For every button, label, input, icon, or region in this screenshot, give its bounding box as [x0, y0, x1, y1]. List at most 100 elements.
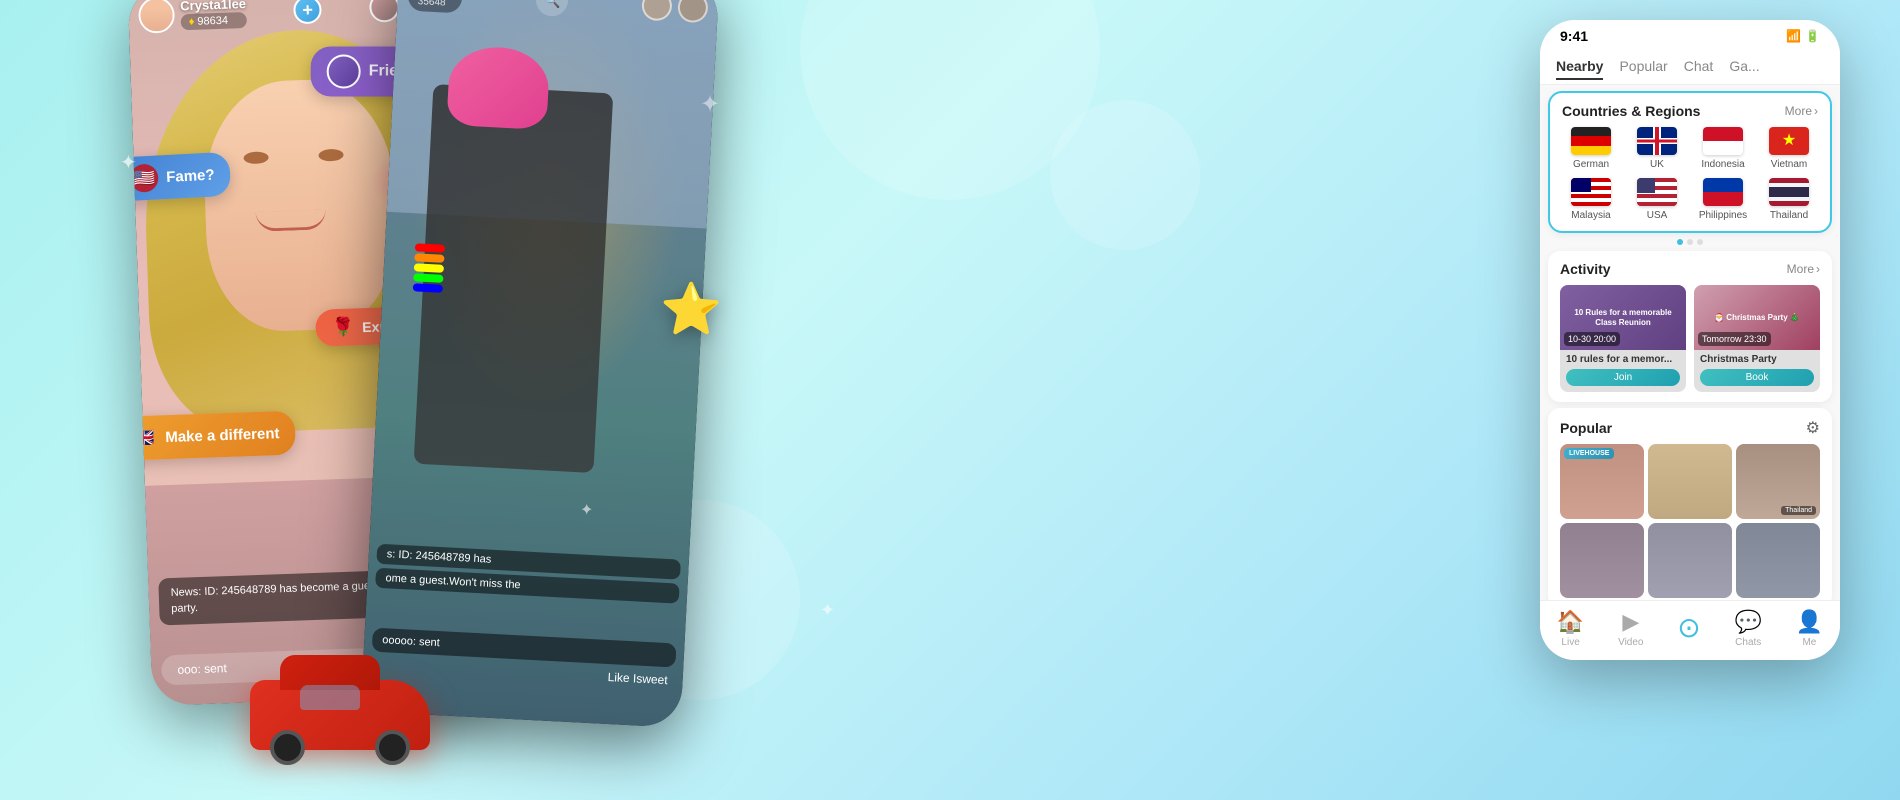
popular-header: Popular ⚙ [1560, 418, 1820, 438]
chats-icon: 💬 [1735, 609, 1762, 635]
nav-video[interactable]: ▶ Video [1618, 609, 1643, 648]
countries-regions-section: Countries & Regions More › German [1548, 91, 1832, 233]
signal-icon: 🔋 [1805, 29, 1820, 43]
video-icon: ▶ [1622, 609, 1639, 635]
mid-phone-avatars [641, 0, 708, 23]
flag-indonesia [1703, 127, 1743, 155]
sparkle-3: ✦ [700, 90, 720, 119]
countries-more-link[interactable]: More › [1785, 104, 1818, 118]
ff-avatar [326, 55, 360, 89]
flag-philippines [1703, 178, 1743, 206]
flag-usa [1637, 178, 1677, 206]
flag-name-usa: USA [1647, 210, 1668, 221]
left-phone-plus-button[interactable]: + [293, 0, 322, 24]
activity-card-1[interactable]: 10 Rules for a memorableClass Reunion 10… [1560, 285, 1686, 392]
flag-name-vietnam: Vietnam [1771, 159, 1808, 170]
popular-item-4[interactable] [1560, 523, 1644, 598]
scroll-content: Countries & Regions More › German [1540, 85, 1840, 605]
star-decoration: ⭐ [660, 280, 722, 339]
nav-chats[interactable]: 💬 Chats [1735, 609, 1762, 648]
popular-grid: LIVEHOUSE Thailand [1560, 444, 1820, 598]
left-phone-avatar [138, 0, 175, 34]
chevron-right-icon: › [1814, 104, 1818, 118]
mid-phone-search-icon[interactable]: 🔍 [535, 0, 569, 17]
tab-chat[interactable]: Chat [1684, 58, 1714, 80]
thailand-badge: Thailand [1781, 506, 1816, 515]
left-phone-username: Crysta1lee [180, 0, 246, 13]
sparkle-4: ✦ [820, 600, 835, 621]
activity-title: Activity [1560, 261, 1611, 277]
popular-title: Popular [1560, 420, 1612, 436]
flag-name-german: German [1573, 159, 1609, 170]
flag-german [1571, 127, 1611, 155]
activity-card-1-img-text: 10 Rules for a memorableClass Reunion [1570, 304, 1675, 331]
left-phone-user-info: Crysta1lee ♦ 98634 [138, 0, 247, 34]
flag-item-german[interactable]: German [1562, 127, 1620, 170]
flag-name-indonesia: Indonesia [1701, 159, 1744, 170]
live-icon: 🏠 [1557, 609, 1584, 635]
flag-item-thailand[interactable]: Thailand [1760, 178, 1818, 221]
flag-item-usa[interactable]: USA [1628, 178, 1686, 221]
popular-section: Popular ⚙ LIVEHOUSE Thailand [1548, 408, 1832, 605]
popular-item-3[interactable]: Thailand [1736, 444, 1820, 519]
activity-card-1-date: 10-30 20:00 [1564, 332, 1620, 346]
activity-card-1-title: 10 rules for a memor... [1560, 350, 1686, 367]
flag-circle-uk: 🇬🇧 [129, 423, 158, 452]
activity-section: Activity More › 10 Rules for a memorable… [1548, 251, 1832, 402]
flag-item-vietnam[interactable]: ★ Vietnam [1760, 127, 1818, 170]
flag-name-philippines: Philippines [1699, 210, 1747, 221]
countries-title: Countries & Regions [1562, 103, 1700, 119]
flag-name-thailand: Thailand [1770, 210, 1808, 221]
sparkle-1: ✦ [120, 150, 137, 175]
nav-me-label: Me [1802, 637, 1816, 648]
popular-item-6[interactable] [1736, 523, 1820, 598]
left-phone-coins: ♦ 98634 [181, 12, 247, 30]
tab-ga[interactable]: Ga... [1729, 58, 1759, 80]
activity-cards: 10 Rules for a memorableClass Reunion 10… [1560, 285, 1820, 392]
dot-2 [1687, 239, 1693, 245]
flag-item-uk[interactable]: UK [1628, 127, 1686, 170]
activity-card-2-title: Christmas Party [1694, 350, 1820, 367]
flag-name-uk: UK [1650, 159, 1664, 170]
nav-video-label: Video [1618, 637, 1643, 648]
flag-thailand [1769, 178, 1809, 206]
flag-item-malaysia[interactable]: Malaysia [1562, 178, 1620, 221]
activity-card-2[interactable]: 🎅 Christmas Party 🎄 Tomorrow 23:30 Chris… [1694, 285, 1820, 392]
dot-1 [1677, 239, 1683, 245]
me-icon: 👤 [1796, 609, 1823, 635]
bottom-nav: 🏠 Live ▶ Video ⊙ 💬 Chats 👤 Me [1540, 600, 1840, 660]
phone-mid: Susan 35648 🔍 s: ID: 245648789 has ome a… [361, 0, 720, 728]
status-bar: 9:41 📶 🔋 [1540, 20, 1840, 52]
wifi-icon: 📶 [1786, 29, 1801, 43]
popular-item-2[interactable] [1648, 444, 1732, 519]
nav-live-broadcast[interactable]: ⊙ [1677, 611, 1700, 646]
activity-card-2-img-text: 🎅 Christmas Party 🎄 [1710, 309, 1804, 327]
dot-3 [1697, 239, 1703, 245]
activity-card-2-date: Tomorrow 23:30 [1698, 332, 1771, 346]
activity-join-button[interactable]: Join [1566, 369, 1680, 386]
flag-item-philippines[interactable]: Philippines [1694, 178, 1752, 221]
filter-icon[interactable]: ⚙ [1806, 418, 1820, 438]
phone-right: 9:41 📶 🔋 Nearby Popular Chat Ga... Count… [1540, 20, 1840, 660]
page-dots [1540, 239, 1840, 245]
tab-nearby[interactable]: Nearby [1556, 58, 1603, 80]
popular-item-5[interactable] [1648, 523, 1732, 598]
nav-me[interactable]: 👤 Me [1796, 609, 1823, 648]
bubble-makediff: 🇬🇧 Make a different [128, 411, 297, 461]
nav-live[interactable]: 🏠 Live [1557, 609, 1584, 648]
flag-vietnam: ★ [1769, 127, 1809, 155]
car-decoration [250, 680, 450, 780]
flags-grid: German UK Indonesia [1562, 127, 1818, 221]
status-time: 9:41 [1560, 28, 1588, 44]
nav-chats-label: Chats [1735, 637, 1761, 648]
popular-item-1[interactable]: LIVEHOUSE [1560, 444, 1644, 519]
activity-book-button[interactable]: Book [1700, 369, 1814, 386]
nav-live-label: Live [1561, 637, 1579, 648]
activity-more-link[interactable]: More › [1787, 262, 1820, 276]
flag-uk [1637, 127, 1677, 155]
tab-popular[interactable]: Popular [1619, 58, 1667, 80]
flag-item-indonesia[interactable]: Indonesia [1694, 127, 1752, 170]
sparkle-2: ✦ [580, 500, 593, 520]
livehouse-badge: LIVEHOUSE [1564, 448, 1614, 459]
flag-name-malaysia: Malaysia [1571, 210, 1610, 221]
